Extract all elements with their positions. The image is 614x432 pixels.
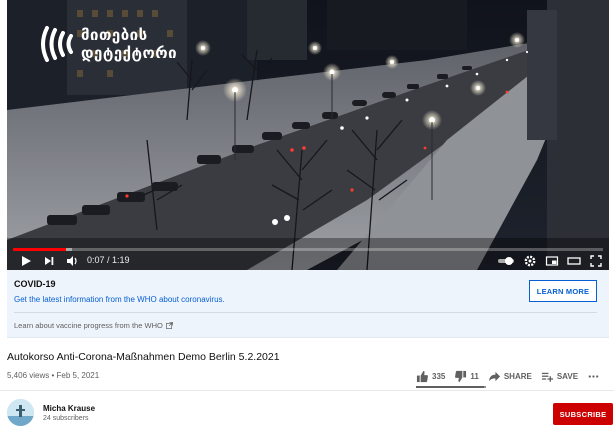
vaccine-link-label: Learn about vaccine progress from the WH… [14, 321, 163, 330]
share-button[interactable]: SHARE [488, 370, 532, 383]
like-dislike-ratio-bar [416, 386, 486, 388]
skip-next-icon [45, 257, 54, 265]
covid-panel-divider [14, 312, 597, 313]
theater-mode-icon [567, 257, 581, 265]
autoplay-toggle[interactable] [497, 254, 515, 268]
channel-avatar[interactable] [7, 399, 34, 426]
video-player[interactable]: მითების დეტექტორი 0:07 / 1:19 [7, 0, 609, 270]
covid-info-link[interactable]: Get the latest information from the WHO … [14, 295, 225, 304]
miniplayer-icon [545, 256, 559, 266]
thumbs-down-icon [455, 370, 467, 382]
logo-line-2: დეტექტორი [81, 44, 178, 62]
save-label: SAVE [556, 371, 579, 381]
like-button[interactable]: 335 [416, 370, 445, 383]
dislike-button[interactable]: 11 [454, 370, 479, 383]
play-icon [22, 256, 31, 266]
subscriber-count: 24 subscribers [43, 415, 89, 422]
fullscreen-icon [590, 255, 602, 267]
play-button[interactable] [19, 254, 33, 268]
autoplay-toggle-icon [498, 257, 514, 265]
logo-line-1: მითების [81, 26, 148, 44]
vaccine-progress-link[interactable]: Learn about vaccine progress from the WH… [14, 321, 173, 330]
covid-panel-title: COVID-19 [14, 279, 56, 289]
time-display: 0:07 / 1:19 [87, 255, 130, 265]
miniplayer-button[interactable] [545, 254, 559, 268]
share-label: SHARE [503, 371, 532, 381]
add-to-playlist-icon [541, 372, 553, 382]
view-count-and-date: 5,406 views • Feb 5, 2021 [7, 371, 100, 380]
gear-icon [524, 255, 536, 267]
subscribe-button[interactable]: SUBSCRIBE [553, 403, 613, 425]
settings-button[interactable] [523, 254, 537, 268]
player-controls: 0:07 / 1:19 [7, 246, 609, 270]
sound-waves-icon [41, 26, 73, 62]
volume-icon [67, 256, 77, 266]
channel-watermark-logo: მითების დეტექტორი [37, 22, 177, 66]
channel-name[interactable]: Micha Krause [43, 404, 95, 413]
learn-more-button[interactable]: LEARN MORE [529, 280, 597, 302]
volume-button[interactable] [65, 254, 79, 268]
next-button[interactable] [42, 254, 56, 268]
external-link-icon [165, 322, 173, 329]
section-divider [0, 390, 614, 391]
like-ratio-fill [416, 386, 484, 388]
like-count: 335 [432, 371, 446, 381]
theater-mode-button[interactable] [567, 254, 581, 268]
more-actions-button[interactable] [587, 370, 603, 383]
fullscreen-button[interactable] [589, 254, 603, 268]
dislike-count: 11 [470, 371, 479, 381]
progress-bar[interactable] [13, 248, 603, 251]
thumbs-up-icon [416, 370, 428, 382]
more-horizontal-icon [588, 374, 599, 378]
covid-info-panel: COVID-19 Get the latest information from… [7, 270, 609, 338]
save-button[interactable]: SAVE [541, 370, 578, 383]
video-actions: 335 11 SHARE SAVE [416, 369, 612, 383]
share-arrow-icon [488, 371, 500, 381]
avatar-image [7, 399, 34, 426]
video-title: Autokorso Anti-Corona-Maßnahmen Demo Ber… [7, 351, 280, 363]
played-indicator [13, 248, 66, 251]
